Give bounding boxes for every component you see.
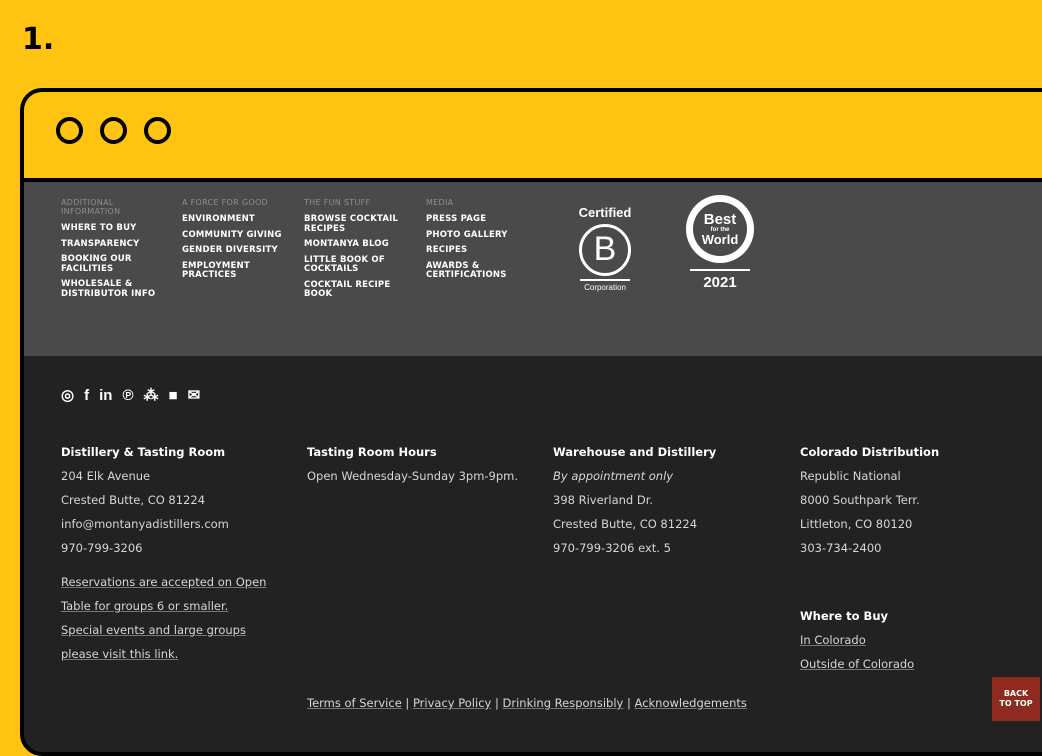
legal-separator: | bbox=[494, 696, 499, 710]
colorado-company: Republic National bbox=[800, 469, 901, 483]
link-little-book[interactable]: Little Book of Cocktails bbox=[304, 255, 404, 275]
link-recipes[interactable]: Recipes bbox=[426, 245, 526, 256]
back-to-top-line-1: BACK bbox=[1003, 689, 1029, 698]
warehouse-phone: 970-799-3206 ext. 5 bbox=[553, 541, 671, 555]
link-outside-colorado[interactable]: Outside of Colorado bbox=[800, 652, 939, 676]
events-link-line-1[interactable]: Special events and large groups bbox=[61, 618, 266, 642]
badge-divider bbox=[690, 269, 750, 271]
distillery-title: Distillery & Tasting Room bbox=[61, 445, 226, 459]
link-environment[interactable]: Environment bbox=[182, 214, 282, 225]
column-heading: Additional Information bbox=[61, 198, 121, 216]
events-link-line-2[interactable]: please visit this link. bbox=[61, 642, 266, 666]
email-icon[interactable]: ✉ bbox=[188, 388, 201, 404]
facebook-icon[interactable]: f bbox=[84, 388, 89, 404]
window-maximize-icon[interactable] bbox=[144, 117, 171, 144]
bcorp-divider bbox=[580, 279, 630, 281]
link-cocktail-recipe-book[interactable]: Cocktail Recipe Book bbox=[304, 280, 404, 300]
linkedin-icon[interactable]: in bbox=[99, 388, 112, 404]
link-gender-diversity[interactable]: Gender Diversity bbox=[182, 245, 282, 256]
reservations-link-line-1[interactable]: Reservations are accepted on Open bbox=[61, 570, 266, 594]
colorado-city: Littleton, CO 80120 bbox=[800, 517, 913, 531]
warehouse-info: Warehouse and Distillery By appointment … bbox=[553, 440, 716, 560]
distillery-info: Distillery & Tasting Room 204 Elk Avenue… bbox=[61, 440, 266, 666]
link-community-giving[interactable]: Community Giving bbox=[182, 230, 282, 241]
colorado-phone: 303-734-2400 bbox=[800, 541, 882, 555]
bcorp-b-icon: B bbox=[579, 224, 631, 276]
link-photo-gallery[interactable]: Photo Gallery bbox=[426, 230, 526, 241]
distillery-city: Crested Butte, CO 81224 bbox=[61, 493, 206, 507]
legal-separator: | bbox=[405, 696, 410, 710]
tasting-hours-info: Tasting Room Hours Open Wednesday-Sunday… bbox=[307, 440, 518, 488]
window-close-icon[interactable] bbox=[56, 117, 83, 144]
footer-column-fun-stuff: The Fun Stuff Browse Cocktail Recipes Mo… bbox=[304, 198, 404, 306]
where-to-buy-title: Where to Buy bbox=[800, 609, 888, 623]
pinterest-icon[interactable]: ℗ bbox=[122, 388, 133, 404]
footer-top-section: Additional Information Where to Buy Tran… bbox=[24, 182, 1042, 356]
warehouse-street: 398 Riverland Dr. bbox=[553, 493, 654, 507]
column-heading: A Force For Good bbox=[182, 198, 269, 207]
back-to-top-button[interactable]: BACK TO TOP bbox=[992, 677, 1040, 721]
link-privacy-policy[interactable]: Privacy Policy bbox=[413, 696, 491, 710]
badge-world-text: World bbox=[701, 232, 739, 247]
instagram-icon[interactable]: ◎ bbox=[61, 388, 74, 404]
window-titlebar bbox=[24, 92, 1042, 182]
badge-year: 2021 bbox=[703, 274, 737, 291]
tasting-hours-text: Open Wednesday-Sunday 3pm-9pm. bbox=[307, 469, 519, 483]
distillery-email[interactable]: info@montanyadistillers.com bbox=[61, 512, 266, 536]
distillery-phone: 970-799-3206 bbox=[61, 541, 143, 555]
colorado-title: Colorado Distribution bbox=[800, 445, 940, 459]
link-where-to-buy[interactable]: Where to Buy bbox=[61, 223, 161, 234]
bcorp-corporation-text: Corporation bbox=[584, 283, 626, 292]
yelp-icon[interactable]: ⁂ bbox=[144, 388, 159, 404]
column-heading: The Fun Stuff bbox=[304, 198, 371, 207]
reservations-link-line-2[interactable]: Table for groups 6 or smaller. bbox=[61, 594, 266, 618]
warehouse-note: By appointment only bbox=[553, 469, 674, 483]
legal-links: Terms of Service | Privacy Policy | Drin… bbox=[307, 696, 747, 710]
link-acknowledgements[interactable]: Acknowledgements bbox=[635, 696, 747, 710]
link-awards[interactable]: Awards & Certifications bbox=[426, 261, 526, 281]
link-cocktail-recipes[interactable]: Browse Cocktail Recipes bbox=[304, 214, 404, 234]
browser-window: Additional Information Where to Buy Tran… bbox=[20, 88, 1042, 756]
legal-separator: | bbox=[627, 696, 631, 710]
link-transparency[interactable]: Transparency bbox=[61, 239, 161, 250]
tasting-hours-title: Tasting Room Hours bbox=[307, 445, 437, 459]
footer-column-media: Media Press Page Photo Gallery Recipes A… bbox=[426, 198, 526, 287]
bcorp-certified-text: Certified bbox=[578, 205, 632, 220]
link-employment-practices[interactable]: Employment Practices bbox=[182, 261, 282, 281]
window-minimize-icon[interactable] bbox=[100, 117, 127, 144]
link-wholesale[interactable]: Wholesale & Distributor Info bbox=[61, 279, 161, 299]
distillery-street: 204 Elk Avenue bbox=[61, 469, 151, 483]
column-heading: Media bbox=[426, 198, 454, 207]
colorado-street: 8000 Southpark Terr. bbox=[800, 493, 920, 507]
step-number: 1. bbox=[22, 22, 55, 57]
bcorp-letter: B bbox=[593, 230, 617, 268]
link-montanya-blog[interactable]: Montanya Blog bbox=[304, 239, 404, 250]
colorado-distribution-info: Colorado Distribution Republic National … bbox=[800, 440, 939, 676]
link-booking-facilities[interactable]: Booking Our Facilities bbox=[61, 254, 161, 274]
bcorp-certified-logo: Certified B Corporation bbox=[576, 205, 634, 292]
link-in-colorado[interactable]: In Colorado bbox=[800, 628, 939, 652]
back-to-top-line-2: TO TOP bbox=[999, 699, 1033, 708]
link-press-page[interactable]: Press Page bbox=[426, 214, 526, 225]
link-terms-of-service[interactable]: Terms of Service bbox=[307, 696, 402, 710]
warehouse-city: Crested Butte, CO 81224 bbox=[553, 517, 698, 531]
warehouse-title: Warehouse and Distillery bbox=[553, 445, 717, 459]
footer-column-force-for-good: A Force For Good Environment Community G… bbox=[182, 198, 282, 287]
social-links: ◎ f in ℗ ⁂ ■ ✉ bbox=[61, 388, 200, 404]
footer-column-additional: Additional Information Where to Buy Tran… bbox=[61, 198, 161, 305]
best-for-world-seal-icon: Best for the World bbox=[686, 195, 754, 263]
badge-best-text: Best bbox=[703, 211, 737, 228]
link-drinking-responsibly[interactable]: Drinking Responsibly bbox=[503, 696, 624, 710]
best-for-world-badge: Best for the World 2021 bbox=[680, 195, 760, 291]
youtube-icon[interactable]: ■ bbox=[169, 388, 178, 404]
